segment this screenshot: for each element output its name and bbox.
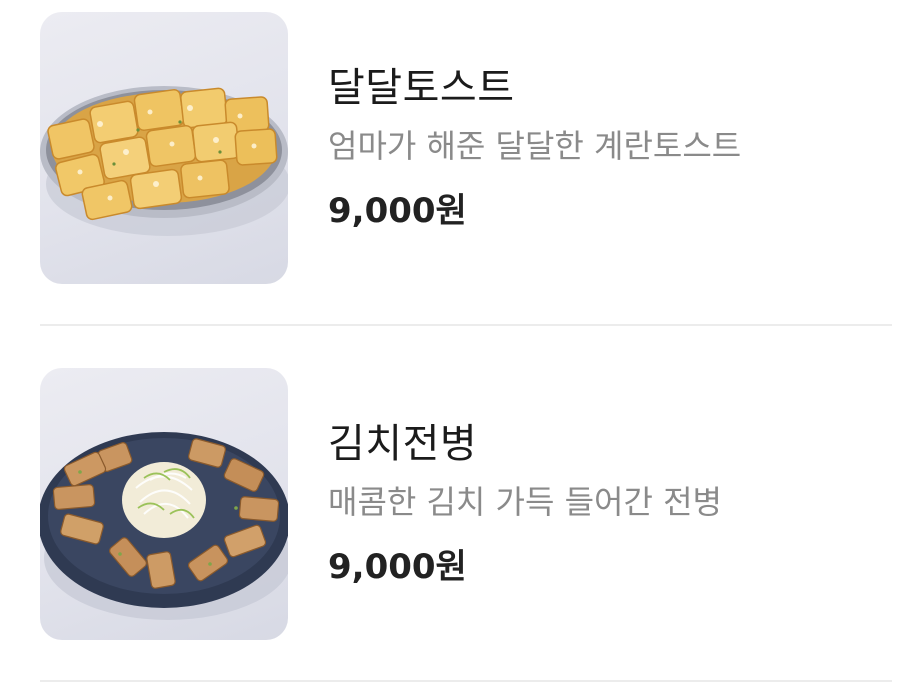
menu-item-name: 달달토스트 bbox=[328, 65, 515, 111]
divider bbox=[40, 680, 892, 682]
sweet-toast-image bbox=[40, 12, 288, 284]
menu-item-kimchi-jeonbyeong[interactable]: 김치전병 매콤한 김치 가득 들어간 전병 9,000원 bbox=[40, 368, 892, 640]
menu-item-description: 매콤한 김치 가득 들어간 전병 bbox=[328, 483, 722, 521]
menu-item-price: 9,000원 bbox=[328, 191, 467, 231]
menu-item-info: 달달토스트 엄마가 해준 달달한 계란토스트 9,000원 bbox=[328, 12, 888, 284]
divider bbox=[40, 324, 892, 326]
menu-list: 달달토스트 엄마가 해준 달달한 계란토스트 9,000원 김치전병 매콤한 김… bbox=[0, 0, 900, 692]
menu-item-info: 김치전병 매콤한 김치 가득 들어간 전병 9,000원 bbox=[328, 368, 888, 640]
kimchi-jeonbyeong-image bbox=[40, 368, 288, 640]
menu-item-sweet-toast[interactable]: 달달토스트 엄마가 해준 달달한 계란토스트 9,000원 bbox=[40, 12, 892, 284]
menu-item-name: 김치전병 bbox=[328, 421, 478, 467]
menu-item-description: 엄마가 해준 달달한 계란토스트 bbox=[328, 127, 742, 165]
menu-item-price: 9,000원 bbox=[328, 547, 467, 587]
